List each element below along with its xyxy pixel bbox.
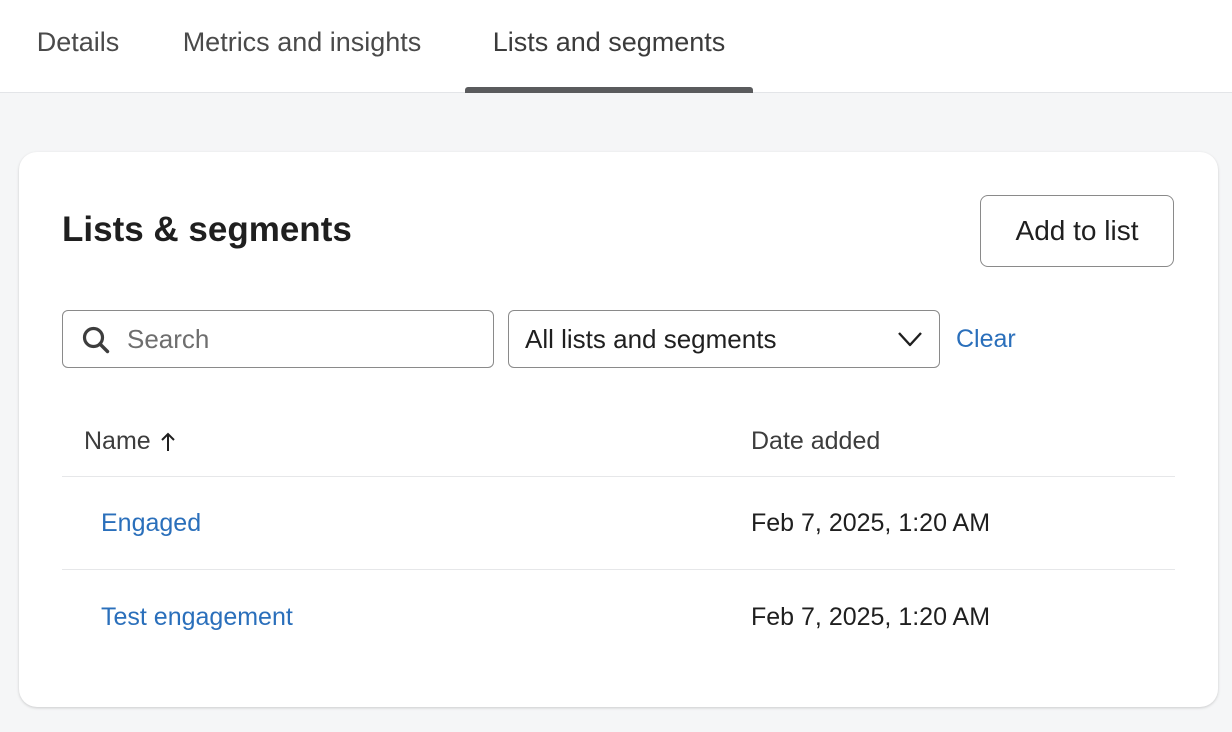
search-icon [82,326,110,354]
column-header-date-added[interactable]: Date added [751,427,880,456]
tab-bar: Details Metrics and insights Lists and s… [0,0,1232,93]
search-field[interactable] [62,310,494,368]
date-added-cell: Feb 7, 2025, 1:20 AM [751,603,991,631]
card-title: Lists & segments [62,210,352,249]
arrow-up-icon [160,432,175,451]
search-input[interactable] [127,311,477,367]
list-name-link[interactable]: Engaged [101,509,201,538]
tab-details[interactable]: Details [18,0,138,93]
tab-metrics-and-insights[interactable]: Metrics and insights [156,0,448,93]
list-type-filter-dropdown[interactable]: All lists and segments [508,310,940,368]
chevron-down-icon [898,332,922,347]
column-header-name[interactable]: Name [84,427,177,456]
list-name-link[interactable]: Test engagement [101,603,293,632]
lists-segments-card: Lists & segments Add to list All lists a… [19,152,1218,707]
header-divider [62,476,1175,477]
add-to-list-button[interactable]: Add to list [980,195,1174,267]
filter-selected-value: All lists and segments [525,324,777,354]
column-header-name-label: Name [84,427,151,455]
row-divider [62,569,1175,570]
clear-filters-link[interactable]: Clear [956,310,1016,368]
active-tab-indicator [465,87,753,93]
tab-lists-and-segments[interactable]: Lists and segments [465,0,753,93]
date-added-cell: Feb 7, 2025, 1:20 AM [751,509,991,537]
